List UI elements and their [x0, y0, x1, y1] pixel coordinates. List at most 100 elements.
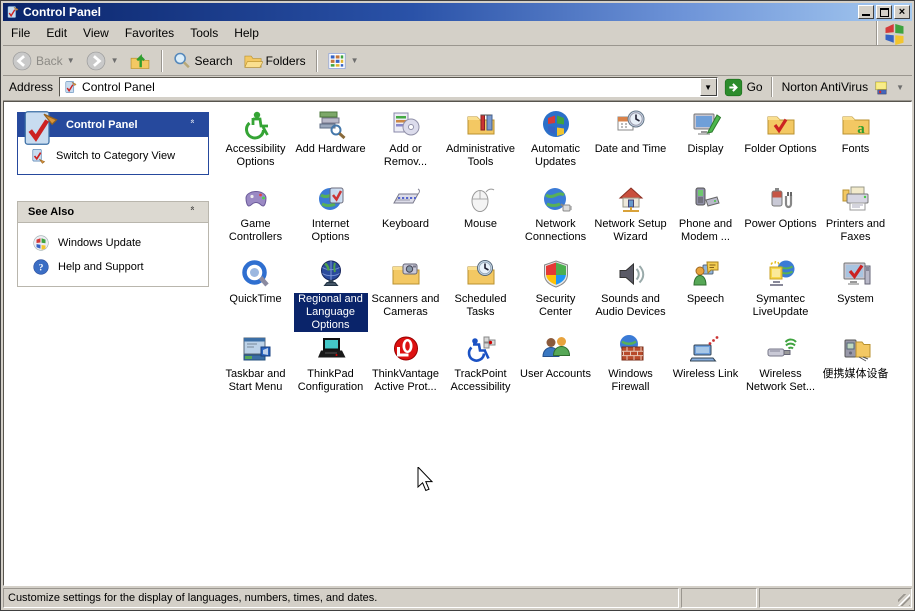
up-button[interactable]: [125, 48, 155, 74]
network-setup-icon: [615, 183, 647, 215]
maximize-button[interactable]: [876, 5, 892, 19]
item-label: Administrative Tools: [444, 143, 518, 169]
control-panel-item[interactable]: Network Setup Wizard: [593, 181, 668, 256]
control-panel-item[interactable]: Internet Options: [293, 181, 368, 256]
menu-bar: FileEditViewFavoritesToolsHelp: [3, 21, 912, 46]
control-panel-item[interactable]: Windows Firewall: [593, 331, 668, 406]
menu-edit[interactable]: Edit: [38, 23, 75, 43]
task-link[interactable]: Switch to Category View: [30, 147, 204, 165]
item-label: Wireless Network Set...: [744, 368, 818, 394]
control-panel-item[interactable]: Game Controllers: [218, 181, 293, 256]
control-panel-item[interactable]: 便携媒体设备: [818, 331, 893, 406]
control-panel-item[interactable]: Date and Time: [593, 106, 668, 181]
title-bar[interactable]: Control Panel ×: [3, 3, 912, 21]
control-panel-item[interactable]: Speech: [668, 256, 743, 331]
back-button[interactable]: Back▼: [7, 48, 79, 74]
menu-file[interactable]: File: [3, 23, 38, 43]
control-panel-item[interactable]: Folder Options: [743, 106, 818, 181]
norton-dropdown-icon[interactable]: ▼: [896, 83, 904, 92]
control-panel-item[interactable]: Network Connections: [518, 181, 593, 256]
search-button[interactable]: Search: [168, 49, 237, 73]
control-panel-item[interactable]: Add Hardware: [293, 106, 368, 181]
control-panel-item[interactable]: Scheduled Tasks: [443, 256, 518, 331]
control-panel-item[interactable]: Symantec LiveUpdate: [743, 256, 818, 331]
control-panel-item[interactable]: QuickTime: [218, 256, 293, 331]
minimize-button[interactable]: [858, 5, 874, 19]
task-pane: Control Panel Switch to Category View Se…: [4, 102, 217, 585]
status-cell-2: [681, 588, 757, 608]
control-panel-item[interactable]: a Fonts: [818, 106, 893, 181]
item-label: Mouse: [464, 218, 497, 231]
control-panel-task-panel: Control Panel Switch to Category View: [17, 112, 209, 175]
item-label: Regional and Language Options: [294, 293, 368, 332]
control-panel-item[interactable]: User Accounts: [518, 331, 593, 406]
forward-button[interactable]: ▼: [81, 48, 123, 74]
address-label: Address: [9, 80, 53, 94]
control-panel-item[interactable]: Security Center: [518, 256, 593, 331]
forward-dropdown-icon[interactable]: ▼: [111, 56, 119, 65]
wireless-network-icon: [765, 333, 797, 365]
control-panel-item[interactable]: Regional and Language Options: [293, 256, 368, 331]
views-dropdown-icon[interactable]: ▼: [351, 56, 359, 65]
status-bar: Customize settings for the display of la…: [3, 586, 912, 608]
address-input[interactable]: Control Panel ▼: [59, 77, 718, 97]
task-link[interactable]: ? Help and Support: [32, 258, 204, 276]
control-panel-item[interactable]: Wireless Link: [668, 331, 743, 406]
task-link[interactable]: Windows Update: [32, 234, 204, 252]
control-panel-item[interactable]: TrackPoint Accessibility: [443, 331, 518, 406]
back-dropdown-icon[interactable]: ▼: [67, 56, 75, 65]
go-arrow-icon: [724, 78, 743, 97]
item-label: Wireless Link: [673, 368, 738, 381]
back-icon: [11, 50, 33, 72]
chevron-up-icon[interactable]: [190, 119, 202, 131]
task-link-label: Help and Support: [58, 261, 144, 273]
control-panel-item[interactable]: ThinkPad Configuration: [293, 331, 368, 406]
control-panel-item[interactable]: Wireless Network Set...: [743, 331, 818, 406]
panel-header-see-also[interactable]: See Also: [17, 201, 209, 223]
control-panel-item[interactable]: Power Options: [743, 181, 818, 256]
control-panel-item[interactable]: Add or Remov...: [368, 106, 443, 181]
close-button[interactable]: ×: [894, 5, 910, 19]
address-dropdown-button[interactable]: ▼: [700, 78, 717, 96]
folders-button[interactable]: Folders: [239, 49, 310, 73]
menu-favorites[interactable]: Favorites: [117, 23, 182, 43]
control-panel-address-icon: [63, 80, 78, 95]
control-panel-item[interactable]: Display: [668, 106, 743, 181]
control-panel-item[interactable]: Mouse: [443, 181, 518, 256]
item-label: System: [837, 293, 874, 306]
control-panel-item[interactable]: Taskbar and Start Menu: [218, 331, 293, 406]
control-panel-item[interactable]: Accessibility Options: [218, 106, 293, 181]
phone-modem-icon: [690, 183, 722, 215]
menu-tools[interactable]: Tools: [182, 23, 226, 43]
toolbar: Back▼ ▼ Search Folders ▼: [3, 46, 912, 76]
quicktime-icon: [240, 258, 272, 290]
control-panel-item[interactable]: ThinkVantage Active Prot...: [368, 331, 443, 406]
menu-help[interactable]: Help: [226, 23, 267, 43]
control-panel-item[interactable]: Automatic Updates: [518, 106, 593, 181]
status-cell-3: [759, 588, 912, 608]
toolbar-separator: [316, 50, 317, 72]
item-label: Sounds and Audio Devices: [594, 293, 668, 319]
views-button[interactable]: ▼: [323, 49, 363, 73]
control-panel-item[interactable]: Administrative Tools: [443, 106, 518, 181]
control-panel-item[interactable]: Keyboard: [368, 181, 443, 256]
portable-media-icon: [840, 333, 872, 365]
control-panel-item[interactable]: System: [818, 256, 893, 331]
item-label: ThinkVantage Active Prot...: [369, 368, 443, 394]
control-panel-item[interactable]: Phone and Modem ...: [668, 181, 743, 256]
control-panel-item[interactable]: Scanners and Cameras: [368, 256, 443, 331]
item-label: Network Connections: [519, 218, 593, 244]
resize-grip[interactable]: [898, 594, 910, 606]
keyboard-icon: [390, 183, 422, 215]
folders-icon: [243, 51, 263, 71]
chevron-up-icon[interactable]: [190, 206, 202, 218]
item-label: Accessibility Options: [219, 143, 293, 169]
up-folder-icon: [129, 50, 151, 72]
control-panel-item[interactable]: Sounds and Audio Devices: [593, 256, 668, 331]
fonts-icon: a: [840, 108, 872, 140]
norton-antivirus-button[interactable]: Norton AntiVirus ▼: [771, 77, 910, 97]
item-label: User Accounts: [520, 368, 591, 381]
go-button[interactable]: Go: [718, 78, 771, 97]
menu-view[interactable]: View: [75, 23, 117, 43]
control-panel-item[interactable]: Printers and Faxes: [818, 181, 893, 256]
